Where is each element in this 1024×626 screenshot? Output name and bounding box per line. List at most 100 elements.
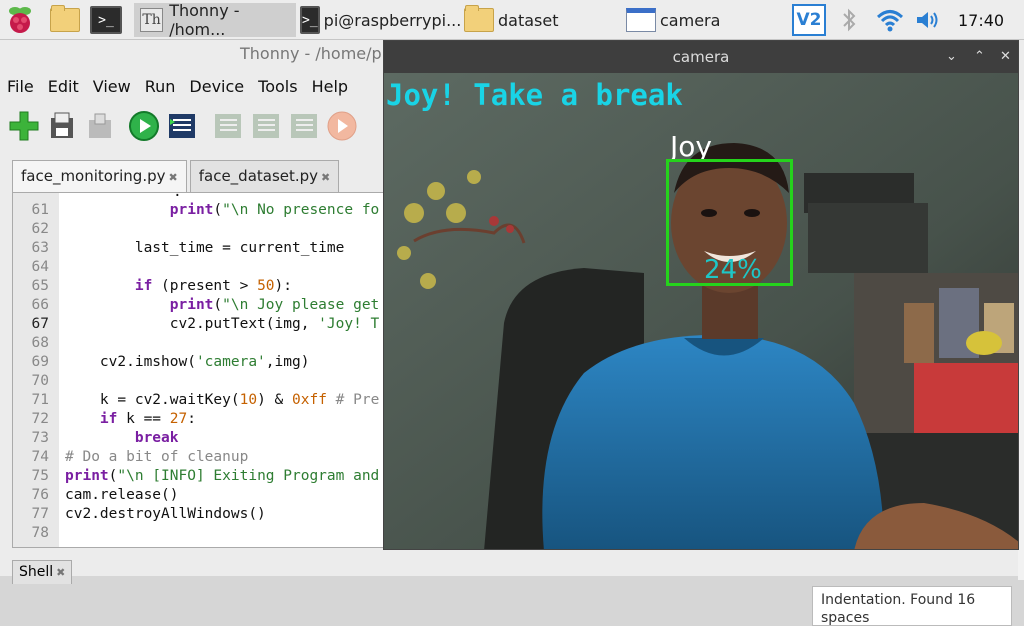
line-number: 77 (31, 506, 49, 522)
code-text: break (134, 430, 179, 446)
line-number: 66 (31, 297, 49, 313)
run-icon[interactable] (128, 110, 160, 142)
close-icon[interactable]: ✕ (1000, 41, 1011, 73)
window-icon (626, 8, 656, 32)
clock[interactable]: 17:40 (958, 3, 1004, 37)
menu-device[interactable]: Device (182, 74, 251, 100)
step-out-icon[interactable] (288, 110, 320, 142)
tab-face-monitoring[interactable]: face_monitoring.py ✖ (12, 160, 187, 192)
editor-tabs: face_monitoring.py ✖ face_dataset.py ✖ (12, 160, 342, 192)
file-manager-icon[interactable] (50, 3, 80, 37)
menu-file[interactable]: File (0, 74, 41, 100)
code-line: 75 print("\n [INFO] Exiting Program and (13, 467, 391, 486)
code-text: if k == 27: (99, 411, 196, 427)
code-text: cv2.destroyAllWindows() (65, 506, 266, 522)
step-over-icon[interactable] (212, 110, 244, 142)
menu-edit[interactable]: Edit (41, 74, 86, 100)
code-line: 71 k = cv2.waitKey(10) & 0xff # Pre (13, 391, 391, 410)
line-number: 76 (31, 487, 49, 503)
close-icon[interactable]: ✖ (56, 566, 65, 579)
code-line: 67 cv2.putText(img, 'Joy! T (13, 315, 391, 334)
code-text: cam.release() (65, 487, 179, 503)
new-file-icon[interactable] (8, 110, 40, 142)
line-number: 72 (31, 411, 49, 427)
close-icon[interactable]: ✖ (169, 171, 178, 184)
line-number: 78 (31, 525, 49, 541)
code-line: 61 print("\n No presence fo (13, 201, 391, 220)
save-file-icon[interactable] (84, 110, 116, 142)
code-line: 63 last_time = current_time (13, 239, 391, 258)
line-number: 64 (31, 259, 49, 275)
open-file-icon[interactable] (46, 110, 78, 142)
tab-label: face_monitoring.py (21, 167, 166, 185)
camera-window[interactable]: camera ⌄ ⌃ ✕ Joy! Take a break Joy 24% (383, 40, 1019, 550)
code-text: cv2.putText(img, 'Joy! T (65, 316, 380, 332)
code-text: print("\n Joy please get (169, 297, 380, 313)
code-line: 65 if (present > 50): (13, 277, 391, 296)
code-line: 62 (13, 220, 391, 239)
line-number: 62 (31, 221, 49, 237)
line-number: 74 (31, 449, 49, 465)
code-line: 64 (13, 258, 391, 277)
line-number: 75 (31, 468, 49, 484)
code-text: print("\n [INFO] Exiting Program and (65, 468, 380, 484)
chevron-up-icon[interactable]: ⌃ (974, 41, 985, 73)
code-line: 70 (13, 372, 391, 391)
resume-icon[interactable] (326, 110, 358, 142)
code-line: 77 cv2.destroyAllWindows() (13, 505, 391, 524)
vnc-icon[interactable]: V2 (792, 3, 826, 37)
taskbar-terminal-label: pi@raspberrypi... (323, 10, 462, 30)
volume-icon[interactable] (914, 3, 942, 37)
chevron-down-icon[interactable]: ⌄ (946, 41, 957, 73)
shell-tab-label: Shell (19, 564, 54, 580)
taskbar-thonny[interactable]: Th Thonny - /hom... (134, 1, 296, 39)
taskbar-terminal[interactable]: >_ pi@raspberrypi... (300, 3, 462, 37)
line-number: 67 (31, 316, 49, 332)
debug-icon[interactable] (166, 110, 198, 142)
assistant-panel: Indentation. Found 16 spaces (812, 586, 1012, 626)
taskbar-camera[interactable]: camera (626, 3, 786, 37)
code-text: # Do a bit of cleanup (65, 449, 249, 465)
code-line: 74 # Do a bit of cleanup (13, 448, 391, 467)
code-text: cv2.imshow('camera',img) (65, 354, 310, 370)
menu-run[interactable]: Run (138, 74, 183, 100)
code-text: k = cv2.waitKey(10) & 0xff # Pre (65, 392, 380, 408)
thonny-icon: Th (140, 8, 164, 32)
taskbar: >_ Th Thonny - /hom... >_ pi@raspberrypi… (0, 0, 1024, 40)
terminal-icon: >_ (300, 6, 320, 34)
code-line: 68 (13, 334, 391, 353)
wifi-icon[interactable] (876, 3, 904, 37)
confidence-label: 24% (704, 255, 762, 285)
line-number: 71 (31, 392, 49, 408)
menu-help[interactable]: Help (305, 74, 355, 100)
tab-shell[interactable]: Shell ✖ (12, 560, 73, 584)
menubar: File Edit View Run Device Tools Help (0, 74, 355, 100)
menu-tools[interactable]: Tools (251, 74, 304, 100)
terminal-launcher-icon[interactable]: >_ (90, 3, 122, 37)
bluetooth-icon[interactable] (840, 3, 858, 37)
code-line: 73 break (13, 429, 391, 448)
overlay-message: Joy! Take a break (386, 78, 683, 112)
line-number: 73 (31, 430, 49, 446)
toolbar (8, 110, 358, 142)
camera-title: camera (384, 41, 1018, 73)
taskbar-thonny-label: Thonny - /hom... (169, 1, 240, 39)
code-line: 69 cv2.imshow('camera',img) (13, 353, 391, 372)
code-text: print("\n No presence fo (169, 202, 380, 218)
code-line: 72 if k == 27: (13, 410, 391, 429)
taskbar-dataset[interactable]: dataset (462, 3, 622, 37)
code-line: 78 (13, 524, 391, 543)
close-icon[interactable]: ✖ (321, 171, 330, 184)
menu-view[interactable]: View (86, 74, 138, 100)
code-editor[interactable]: . 61 print("\n No presence fo 62 63 last_t… (12, 192, 392, 548)
raspberry-menu-icon[interactable] (6, 3, 34, 37)
line-number: 63 (31, 240, 49, 256)
tab-face-dataset[interactable]: face_dataset.py ✖ (189, 160, 340, 192)
code-text: if (present > 50): (134, 278, 293, 294)
line-number: 68 (31, 335, 49, 351)
step-into-icon[interactable] (250, 110, 282, 142)
line-number: 69 (31, 354, 49, 370)
code-line: 76 cam.release() (13, 486, 391, 505)
taskbar-camera-label: camera (660, 10, 721, 30)
taskbar-dataset-label: dataset (498, 10, 559, 30)
